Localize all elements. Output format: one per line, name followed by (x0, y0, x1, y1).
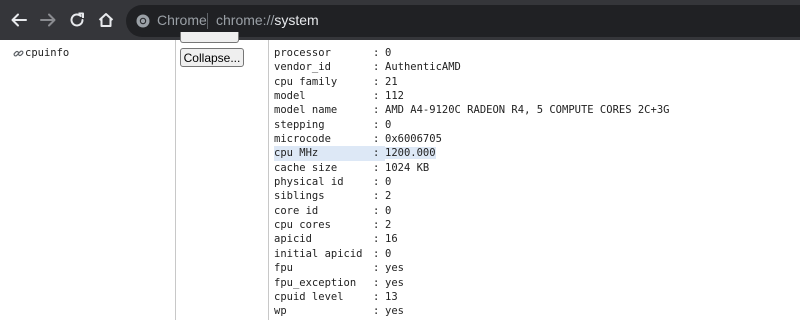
info-value: 0 (385, 47, 392, 59)
info-value: 0 (385, 247, 392, 260)
back-icon[interactable] (8, 9, 30, 31)
info-separator: : (373, 47, 380, 59)
url-scheme: chrome:// (216, 12, 275, 28)
info-row: fpu: yes (274, 261, 669, 275)
info-key: fpu (274, 262, 293, 275)
expand-button[interactable] (180, 32, 239, 43)
info-row: processor:0 (274, 46, 669, 60)
info-row: cache size:1024 KB (274, 161, 669, 175)
omnibox-separator (207, 13, 208, 29)
url-host: system (274, 12, 319, 28)
info-separator: : (373, 204, 380, 217)
name-column: cpuinfo (0, 40, 175, 320)
info-row: core id:0 (274, 204, 669, 218)
info-separator: : (373, 219, 380, 232)
info-key: core id (274, 204, 319, 217)
info-separator: : (373, 176, 380, 189)
info-key: cpu cores (274, 219, 331, 232)
link-icon (13, 49, 24, 57)
info-key: wp (274, 305, 287, 318)
info-value: 2 (385, 219, 392, 232)
info-separator: : (373, 104, 380, 117)
url-text: chrome://system (216, 12, 319, 28)
info-value: 16 (385, 233, 398, 246)
info-key: siblings (274, 190, 325, 203)
info-row: fpu_exception: yes (274, 276, 669, 290)
info-value: AMD A4-9120C RADEON R4, 5 COMPUTE CORES … (385, 104, 670, 117)
info-separator: : (373, 190, 380, 203)
reload-icon[interactable] (66, 9, 88, 31)
info-key: apicid (274, 233, 312, 246)
collapse-button[interactable]: Collapse... (180, 48, 244, 67)
info-row: siblings:2 (274, 189, 669, 203)
info-separator: : (373, 61, 380, 74)
info-key: microcode (274, 133, 331, 146)
info-key: fpu_exception (274, 276, 357, 289)
info-value: 21 (385, 75, 398, 88)
info-row: stepping:0 (274, 118, 669, 132)
cpuinfo-anchor-link[interactable]: cpuinfo (13, 47, 69, 59)
info-key: physical id (274, 176, 344, 189)
info-row: model:112 (274, 89, 669, 103)
info-key: initial apicid (274, 247, 363, 260)
info-row: cpu cores:2 (274, 218, 669, 232)
info-value: 1200.000 (385, 147, 436, 160)
info-row: wp: yes (274, 304, 669, 318)
info-separator: : (373, 146, 385, 161)
info-row: apicid:16 (274, 232, 669, 246)
info-key: model (274, 90, 306, 103)
info-value: 112 (385, 90, 404, 103)
info-value: 1024 KB (385, 161, 430, 174)
info-row: cpuid level:13 (274, 290, 669, 304)
info-separator: : (373, 75, 380, 88)
info-separator: : (373, 133, 380, 146)
info-row: model name: AMD A4-9120C RADEON R4, 5 COM… (274, 103, 669, 117)
info-row: microcode:0x6006705 (274, 132, 669, 146)
info-value: yes (385, 276, 404, 289)
info-value: AuthenticAMD (385, 61, 461, 74)
info-value: 0 (385, 176, 392, 189)
info-separator: : (373, 90, 380, 103)
home-icon[interactable] (95, 9, 117, 31)
forward-icon[interactable] (37, 9, 59, 31)
info-value: 0 (385, 118, 392, 131)
info-separator: : (373, 276, 380, 289)
info-key: cpuid level (274, 290, 344, 303)
info-separator: : (373, 247, 380, 260)
info-value: 0 (385, 204, 392, 217)
page-content: cpuinfo Collapse... processor:0 vendor_id… (0, 32, 800, 320)
info-row: cpu MHz:1200.000 (274, 146, 669, 161)
info-key: cpu family (274, 75, 338, 88)
info-row: initial apicid:0 (274, 247, 669, 261)
info-separator: : (373, 118, 380, 131)
info-value: 2 (385, 190, 392, 203)
info-key: vendor_id (274, 61, 331, 74)
cpuinfo-details: processor:0 vendor_id: AuthenticAMD cpu fam… (274, 46, 669, 319)
info-separator: : (373, 233, 380, 246)
column-divider (268, 40, 269, 320)
site-chip-label: Chrome (157, 12, 207, 28)
info-value: yes (385, 262, 404, 275)
info-value: 13 (385, 290, 398, 303)
info-separator: : (373, 161, 380, 174)
info-key: processor (274, 47, 331, 59)
info-value: 0x6006705 (385, 133, 442, 146)
chrome-logo-icon (136, 14, 150, 28)
info-row: physical id:0 (274, 175, 669, 189)
info-row: vendor_id: AuthenticAMD (274, 60, 669, 74)
info-key: model name (274, 104, 338, 117)
info-separator: : (373, 262, 380, 275)
column-divider (175, 40, 176, 320)
cpuinfo-link-label: cpuinfo (25, 47, 70, 59)
info-row: cpu family:21 (274, 75, 669, 89)
browser-toolbar: Chrome chrome://system (0, 0, 800, 40)
info-separator: : (373, 305, 380, 318)
info-key: stepping (274, 118, 325, 131)
info-key: cache size (274, 161, 338, 174)
info-value: yes (385, 305, 404, 318)
info-key: cpu MHz (274, 146, 373, 161)
info-separator: : (373, 290, 380, 303)
